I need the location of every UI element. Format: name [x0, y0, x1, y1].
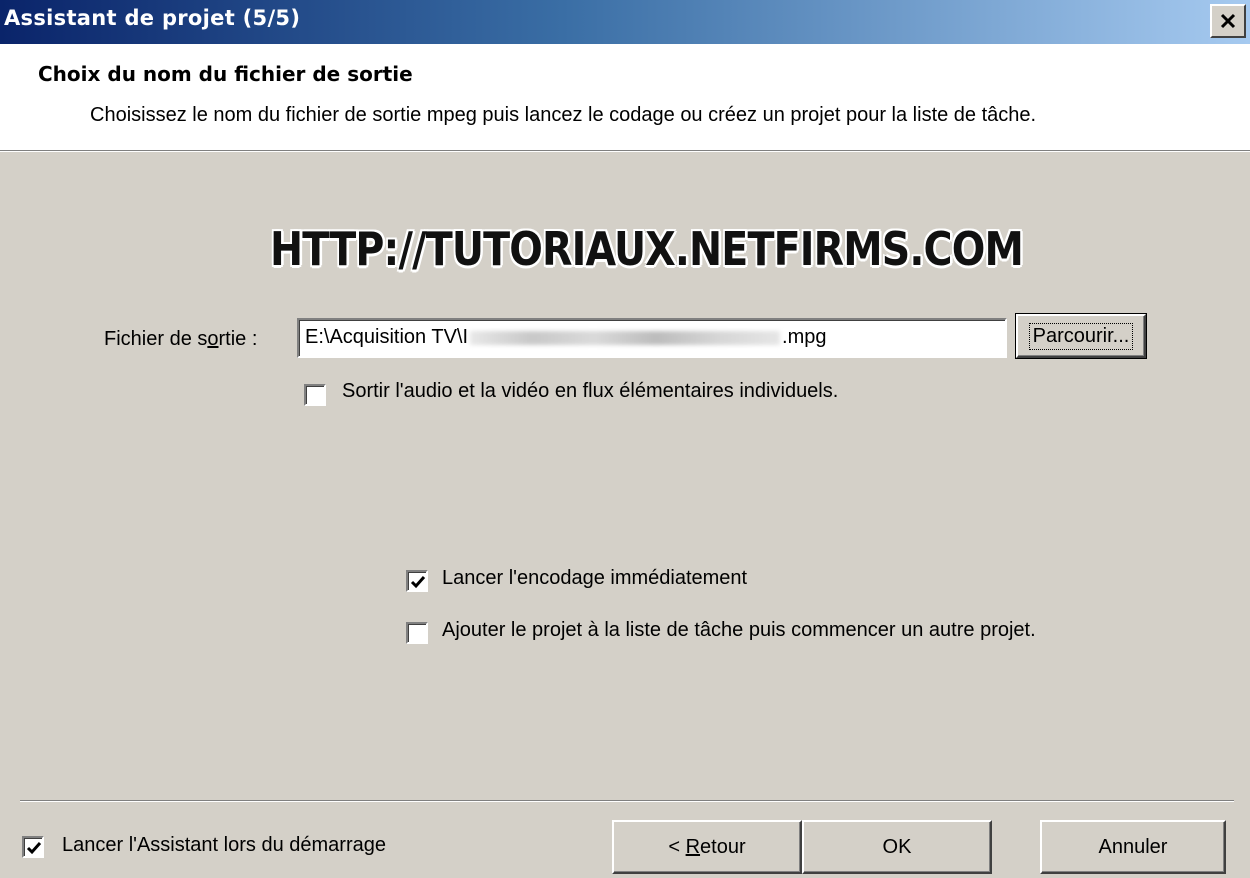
wizard-header: Choix du nom du fichier de sortie Choisi…	[0, 44, 1250, 150]
page-subtitle: Choisissez le nom du fichier de sortie m…	[90, 104, 1037, 126]
add-to-list-label: Ajouter le projet à la liste de tâche pu…	[442, 619, 1036, 641]
browse-button[interactable]: Parcourir...	[1015, 313, 1147, 359]
elementary-streams-label: Sortir l'audio et la vidéo en flux éléme…	[342, 380, 839, 402]
footer-separator	[20, 800, 1234, 802]
path-extension: .mpg	[782, 326, 827, 348]
close-button[interactable]	[1210, 4, 1246, 38]
blurred-filename	[470, 330, 781, 345]
watermark-banner: HTTP://TUTORIAUX.NETFIRMS.COM	[270, 222, 1024, 276]
cancel-button[interactable]: Annuler	[1040, 820, 1226, 874]
ok-button[interactable]: OK	[802, 820, 992, 874]
output-file-label: Fichier de sortie :	[104, 328, 258, 350]
page-title: Choix du nom du fichier de sortie	[38, 62, 413, 86]
encode-now-checkbox[interactable]	[406, 570, 428, 592]
checkmark-icon	[26, 842, 42, 855]
output-file-input[interactable]: E:\Acquisition TV\I .mpg	[297, 318, 1007, 358]
startup-wizard-checkbox[interactable]	[22, 836, 44, 858]
back-button[interactable]: < Retour	[612, 820, 802, 874]
encode-now-label: Lancer l'encodage immédiatement	[442, 567, 748, 589]
path-prefix: E:\Acquisition TV\I	[305, 326, 469, 348]
checkmark-icon	[410, 576, 426, 589]
startup-wizard-label: Lancer l'Assistant lors du démarrage	[62, 834, 386, 856]
elementary-streams-checkbox[interactable]	[304, 384, 326, 406]
close-icon	[1220, 13, 1236, 29]
add-to-list-checkbox[interactable]	[406, 622, 428, 644]
header-separator	[0, 150, 1250, 152]
window-title: Assistant de projet (5/5)	[4, 6, 301, 30]
title-bar: Assistant de projet (5/5)	[0, 0, 1250, 44]
